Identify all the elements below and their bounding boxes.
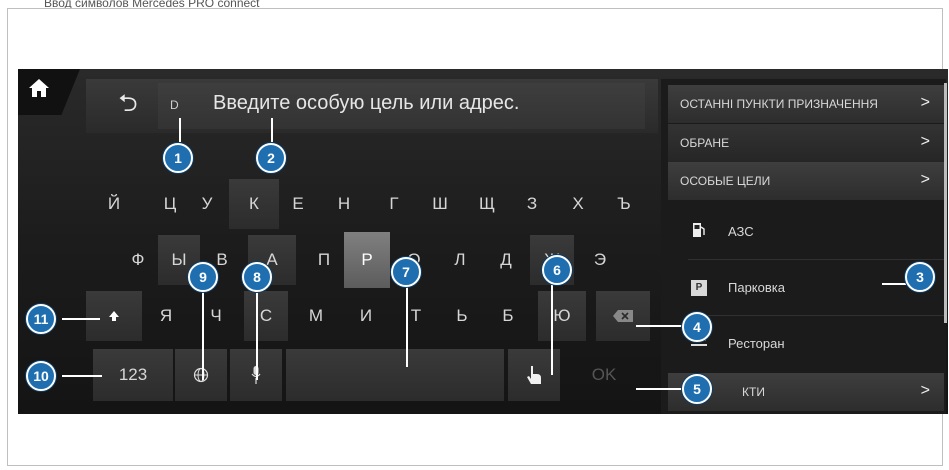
callout-badge: 1 — [163, 143, 193, 173]
callout-leader — [406, 285, 408, 367]
key[interactable]: Б — [480, 291, 536, 341]
callout-leader — [256, 290, 258, 380]
parking-icon-letter: P — [691, 280, 707, 296]
key[interactable]: Э — [572, 235, 628, 285]
key[interactable]: Н — [316, 179, 372, 229]
key[interactable]: Ъ — [596, 179, 652, 229]
key[interactable]: М — [288, 291, 344, 341]
parking-icon: P — [688, 278, 710, 296]
chevron-right-icon: > — [920, 171, 930, 188]
menu-label: КТИ — [742, 385, 765, 399]
callout-leader — [882, 283, 906, 285]
menu-favorites[interactable]: ОБРАНЕ > — [668, 124, 944, 162]
key[interactable]: И — [338, 291, 394, 341]
backspace-button[interactable] — [596, 291, 650, 341]
back-arrow-icon: ⮌ — [118, 89, 138, 117]
key[interactable]: Я — [138, 291, 194, 341]
scrollbar[interactable] — [944, 83, 947, 323]
menu-label: ОСОБЫЕ ЦЕЛИ — [680, 174, 771, 188]
input-placeholder: Введите особую цель или адрес. — [213, 92, 520, 114]
callout-badge: 5 — [682, 374, 712, 404]
key[interactable]: У — [179, 179, 235, 229]
menu-label: ОБРАНЕ — [680, 136, 730, 150]
callout-badge: 6 — [542, 255, 572, 285]
callout-badge: 7 — [391, 257, 421, 287]
list-item-fuel[interactable]: АЗС — [688, 203, 946, 260]
callout-leader — [636, 388, 684, 390]
callout-leader — [551, 285, 553, 375]
callout-badge: 3 — [905, 262, 935, 292]
list-item-label: Парковка — [728, 279, 785, 295]
key[interactable]: Ч — [188, 291, 244, 341]
callout-leader — [202, 290, 204, 380]
callout-leader — [62, 318, 100, 320]
menu-label: ОСТАННІ ПУНКТИ ПРИЗНАЧЕННЯ — [680, 97, 878, 111]
globe-icon — [193, 367, 209, 383]
home-tab[interactable] — [18, 69, 80, 115]
space-bar[interactable] — [286, 349, 504, 401]
chevron-right-icon: > — [920, 133, 930, 150]
list-item-label: АЗС — [728, 223, 754, 239]
keyboard-screen: ⮌ D Введите особую цель или адрес. Й Ц У… — [18, 69, 948, 414]
backspace-icon — [613, 310, 633, 322]
key[interactable]: Ю — [538, 291, 586, 341]
chevron-right-icon: > — [920, 382, 930, 399]
shift-arrow-icon — [109, 311, 119, 321]
callout-badge: 2 — [256, 143, 286, 173]
key[interactable]: С — [244, 291, 288, 341]
back-button[interactable]: ⮌ — [98, 85, 158, 127]
callout-badge: 11 — [26, 304, 56, 334]
ok-button[interactable]: OK — [574, 349, 634, 401]
callout-badge: 10 — [26, 361, 56, 391]
callout-leader — [62, 375, 102, 377]
shift-button[interactable] — [86, 291, 142, 341]
callout-leader — [636, 325, 684, 327]
language-button[interactable] — [175, 349, 227, 401]
numeric-button[interactable]: 123 — [93, 349, 173, 401]
callout-badge: 8 — [242, 262, 272, 292]
callout-leader — [271, 118, 273, 142]
list-item-label: Ресторан — [728, 335, 785, 351]
menu-special-destinations[interactable]: ОСОБЫЕ ЦЕЛИ > — [668, 162, 944, 200]
chevron-right-icon: > — [920, 94, 930, 111]
key[interactable]: Д — [478, 235, 534, 285]
key-active[interactable]: Р — [344, 232, 390, 288]
callout-badge: 4 — [682, 312, 712, 342]
callout-leader — [179, 118, 181, 142]
home-icon — [29, 79, 49, 97]
fuel-pump-icon — [688, 222, 710, 241]
list-item-restaurant[interactable]: Ресторан — [688, 315, 946, 371]
key[interactable]: Й — [86, 179, 142, 229]
touch-hand-icon — [527, 366, 541, 384]
menu-recent-destinations[interactable]: ОСТАННІ ПУНКТИ ПРИЗНАЧЕННЯ > — [668, 85, 944, 123]
cursor-letter: D — [170, 98, 179, 112]
callout-badge: 9 — [188, 262, 218, 292]
